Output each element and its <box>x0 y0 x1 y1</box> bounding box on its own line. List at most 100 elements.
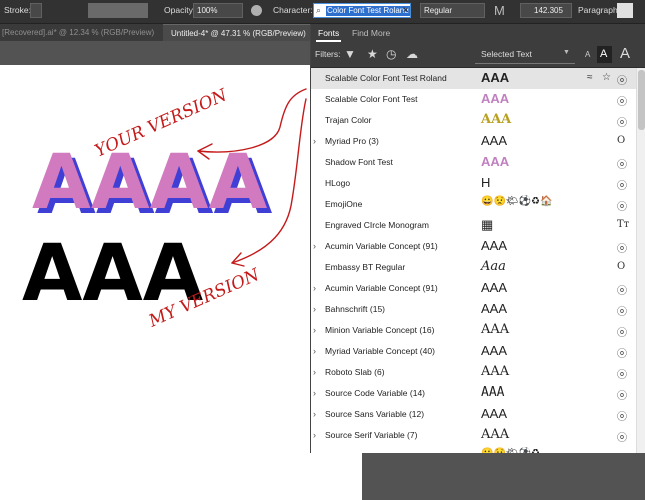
opentype-icon: ⓞ <box>617 181 627 192</box>
font-list-item[interactable]: › Source Code Variable (14) AAA ⓞ <box>311 383 636 404</box>
preview-text-dropdown[interactable]: Selected Text ▼ <box>475 47 575 64</box>
font-list-item[interactable]: Shadow Font Test AAA ⓞ <box>311 152 636 173</box>
font-name: Myriad Variable Concept (40) <box>325 346 435 356</box>
align-left-button[interactable] <box>617 3 633 18</box>
opentype-icon: ⓞ <box>617 118 627 129</box>
font-preview-sample: AAA <box>481 343 508 358</box>
font-preview-sample: AAA <box>481 70 510 85</box>
chevron-right-icon[interactable]: › <box>313 283 316 293</box>
font-list-item[interactable]: › Myriad Pro (3) AAA O <box>311 131 636 152</box>
sample-mid-label: A <box>600 48 608 60</box>
font-name: HLogo <box>325 178 351 188</box>
opentype-icon: ⓞ <box>617 97 627 108</box>
font-name: Scalable Color Font Test <box>325 94 418 104</box>
sample-size-medium-button[interactable]: A <box>597 46 612 63</box>
tab-fonts[interactable]: Fonts <box>315 24 342 42</box>
sample-size-small-button[interactable]: A <box>585 50 590 59</box>
font-name: Acumin Variable Concept (91) <box>325 283 438 293</box>
panel-tabs: Fonts Find More <box>311 24 645 42</box>
font-list-item[interactable]: Scalable Color Font Test Roland AAA ≈ ☆ ⓞ <box>311 68 636 89</box>
scroll-thumb[interactable] <box>638 70 645 130</box>
font-list-item[interactable]: › Minion Variable Concept (16) AAA ⓞ <box>311 320 636 341</box>
font-list-item[interactable]: Embassy BT Regular Aaa O <box>311 257 636 278</box>
font-list-item[interactable]: › Acumin Variable Concept (91) AAA ⓞ <box>311 236 636 257</box>
font-name: Roboto Slab (6) <box>325 367 385 377</box>
font-list-item[interactable]: Scalable Color Font Test AAA ⓞ <box>311 89 636 110</box>
font-list-item[interactable]: Engraved CIrcle Monogram ▦ Tт <box>311 215 636 236</box>
opacity-field[interactable]: 100% <box>193 3 243 18</box>
color-font-sample-text: AAAA <box>32 137 267 226</box>
opentype-icon: ⓞ <box>617 307 627 318</box>
font-size-value: 142.305 <box>534 6 563 15</box>
font-preview-sample: ▦ <box>481 217 494 232</box>
clear-icon[interactable]: ✕ <box>402 5 410 16</box>
tab-find-more[interactable]: Find More <box>352 24 390 42</box>
recent-clock-icon[interactable]: ◷ <box>386 47 396 61</box>
artboard: AAAA AAAA AAA YOUR VERSION MY VERSION <box>0 65 362 500</box>
canvas-gutter <box>362 453 645 500</box>
chevron-right-icon[interactable]: › <box>313 430 316 440</box>
chevron-right-icon[interactable]: › <box>313 346 316 356</box>
search-icon: ⌕ <box>316 5 322 15</box>
font-preview-sample: 😀😟🌤⚽♻🏠 <box>481 196 553 207</box>
font-list-item[interactable]: Trajan Color AAA ⓞ <box>311 110 636 131</box>
font-list-item[interactable]: EmojiOne 😀😟🌤⚽♻🏠 ⓞ <box>311 194 636 215</box>
font-name: Scalable Color Font Test Roland <box>325 73 447 83</box>
cloud-sync-icon[interactable]: ☁ <box>406 47 418 61</box>
chevron-right-icon[interactable]: › <box>313 241 316 251</box>
font-list-item[interactable]: EmojiOne 😀😟🌤⚽♻ ⓞ <box>311 446 636 453</box>
font-preview-sample: 😀😟🌤⚽♻ <box>481 448 540 453</box>
font-search-value: Color Font Test Roland <box>326 6 410 16</box>
star-icon[interactable]: ☆ <box>602 72 611 83</box>
font-list-item[interactable]: › Source Serif Variable (7) AAA ⓞ <box>311 425 636 446</box>
filter-icon[interactable]: ▼ <box>344 47 356 61</box>
font-list-item[interactable]: › Myriad Variable Concept (40) AAA ⓞ <box>311 341 636 362</box>
font-name: Engraved CIrcle Monogram <box>325 220 429 230</box>
font-preview-sample: AAA <box>481 301 508 316</box>
favorites-star-icon[interactable]: ★ <box>367 47 378 61</box>
font-preview-sample: AAA <box>481 154 510 169</box>
chevron-right-icon[interactable]: › <box>313 367 316 377</box>
font-preview-sample: AAA <box>481 364 510 379</box>
font-name: Shadow Font Test <box>325 157 393 167</box>
font-style-dropdown[interactable]: Regular <box>420 3 485 18</box>
chevron-right-icon[interactable]: › <box>313 304 316 314</box>
font-preview-sample: AAA <box>481 385 505 400</box>
sample-size-large-button[interactable]: A <box>620 45 630 62</box>
font-size-field[interactable]: 142.305 <box>520 3 572 18</box>
opentype-icon: ⓞ <box>617 286 627 297</box>
opentype-icon: ⓞ <box>617 370 627 381</box>
stroke-weight-stepper[interactable] <box>30 3 42 18</box>
similar-fonts-icon[interactable]: ≈ <box>587 72 593 83</box>
opentype-icon: ⓞ <box>617 433 627 444</box>
chevron-right-icon[interactable]: › <box>313 388 316 398</box>
stroke-style-dropdown[interactable] <box>88 3 148 18</box>
filter-bar: Filters: ▼ ★ ◷ ☁ Selected Text ▼ A A A <box>311 42 645 68</box>
chevron-right-icon[interactable]: › <box>313 136 316 146</box>
font-list-item[interactable]: HLogo Hⓞ <box>311 173 636 194</box>
opentype-icon: Tт <box>617 219 630 230</box>
tab-label: Untitled-4* @ 47.31 % (RGB/Preview) <box>171 29 306 38</box>
opentype-icon: ⓞ <box>617 412 627 423</box>
font-list-item[interactable]: › Source Sans Variable (12) AAA ⓞ <box>311 404 636 425</box>
chevron-right-icon[interactable]: › <box>313 409 316 419</box>
chevron-right-icon[interactable]: › <box>313 325 316 335</box>
opentype-icon: ⓞ <box>617 391 627 402</box>
font-dropdown-panel: Fonts Find More Filters: ▼ ★ ◷ ☁ Selecte… <box>310 24 645 453</box>
font-size-icon: M <box>494 3 505 18</box>
font-list-item[interactable]: › Roboto Slab (6) AAA ⓞ <box>311 362 636 383</box>
font-list-item[interactable]: › Bahnschrift (15) AAA ⓞ <box>311 299 636 320</box>
opentype-icon: O <box>617 135 626 146</box>
filters-label: Filters: <box>315 49 341 59</box>
font-search-input[interactable]: ⌕ Color Font Test Roland ✕ <box>313 3 411 18</box>
stroke-label: Stroke: <box>4 5 31 15</box>
font-list-scrollbar[interactable] <box>636 68 645 453</box>
font-list-item[interactable]: › Acumin Variable Concept (91) AAA ⓞ <box>311 278 636 299</box>
paragraph-label: Paragraph: <box>578 5 621 15</box>
tab-recovered[interactable]: [Recovered].ai* @ 12.34 % (RGB/Preview)✕ <box>0 24 169 41</box>
opentype-icon: ⓞ <box>617 244 627 255</box>
tab-untitled-4[interactable]: Untitled-4* @ 47.31 % (RGB/Preview) <box>163 24 310 41</box>
opentype-icon: ⓞ <box>617 160 627 171</box>
recolor-globe-icon[interactable] <box>251 5 262 16</box>
opentype-icon: O <box>617 261 626 272</box>
